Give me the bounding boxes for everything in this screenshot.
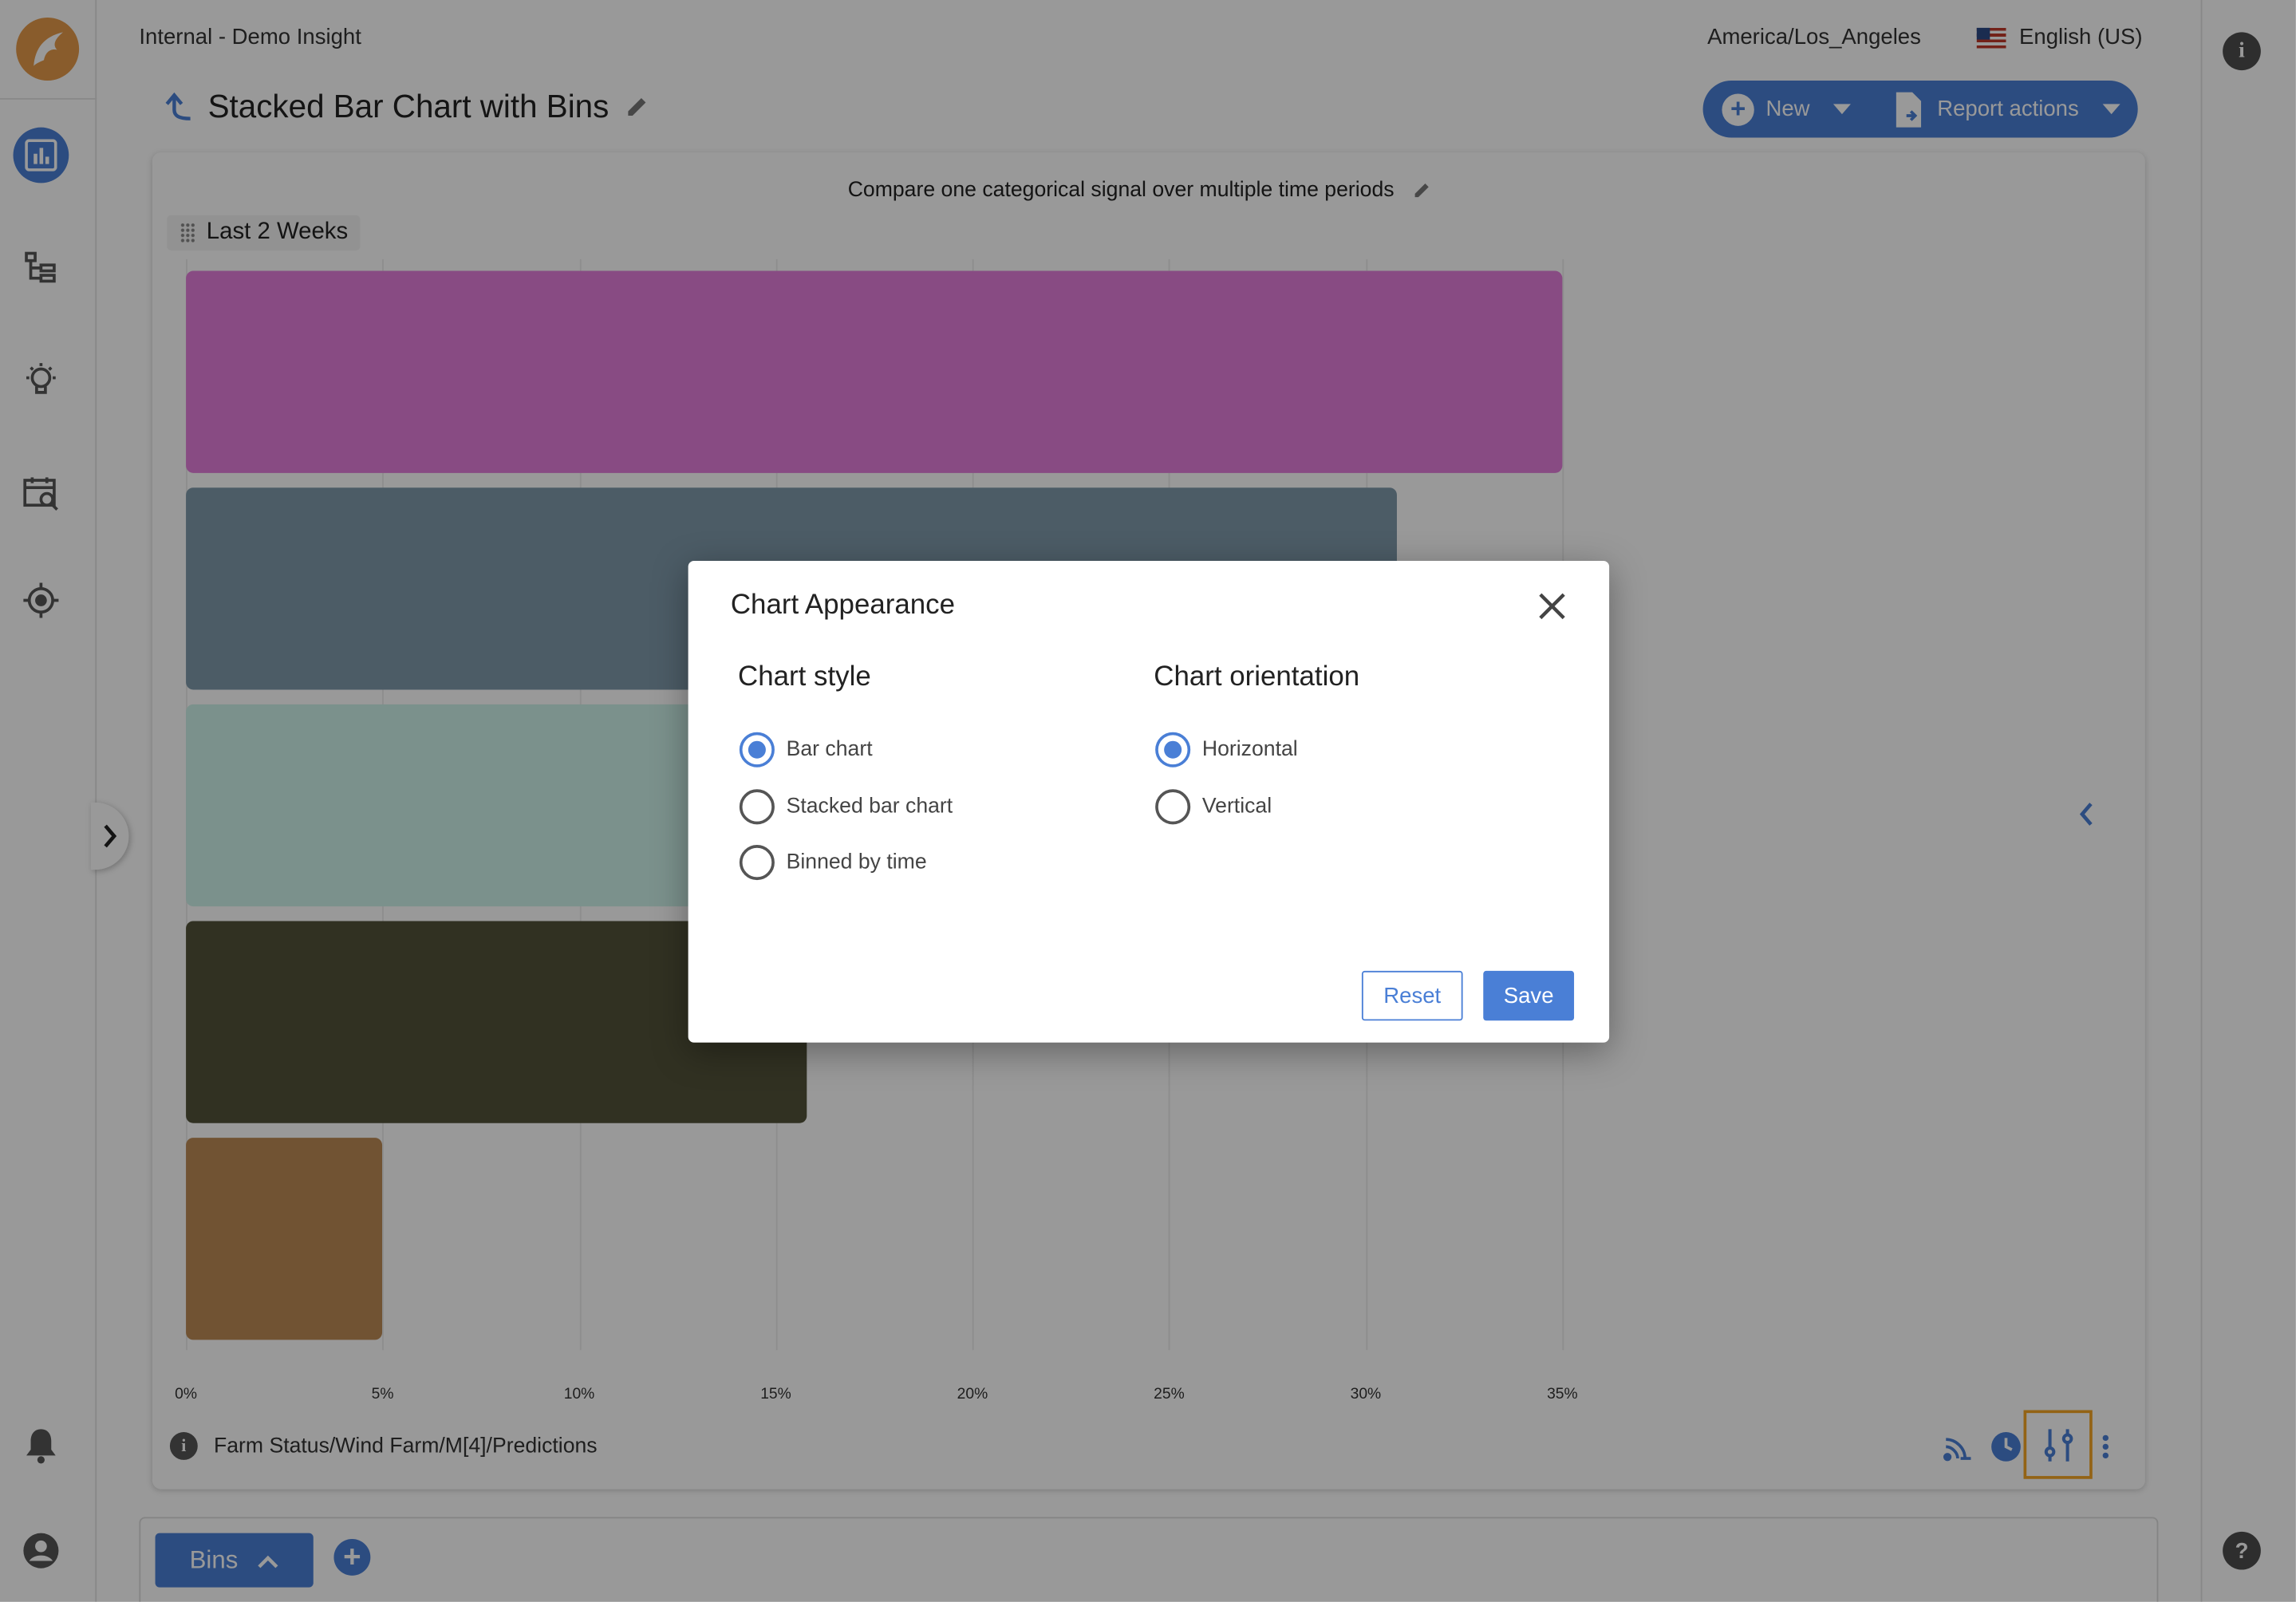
radio-button[interactable]	[739, 789, 775, 825]
chart-style-heading: Chart style	[738, 661, 871, 693]
chart-appearance-dialog: Chart Appearance Chart style Bar chart S…	[688, 560, 1610, 1043]
dialog-title: Chart Appearance	[730, 590, 955, 621]
radio-stacked-bar-chart[interactable]: Stacked bar chart	[739, 789, 953, 825]
radio-label: Stacked bar chart	[786, 795, 953, 819]
radio-button[interactable]	[739, 845, 775, 881]
chart-orientation-heading: Chart orientation	[1154, 661, 1360, 693]
radio-label: Bar chart	[786, 738, 873, 762]
radio-vertical[interactable]: Vertical	[1155, 789, 1272, 825]
radio-binned-by-time[interactable]: Binned by time	[739, 845, 927, 881]
reset-button[interactable]: Reset	[1361, 970, 1463, 1021]
save-button[interactable]: Save	[1483, 970, 1575, 1021]
radio-button[interactable]	[739, 732, 775, 767]
radio-button[interactable]	[1155, 732, 1191, 767]
radio-label: Horizontal	[1201, 738, 1298, 762]
radio-bar-chart[interactable]: Bar chart	[739, 732, 873, 767]
radio-label: Binned by time	[786, 850, 927, 874]
close-icon[interactable]	[1534, 589, 1569, 624]
radio-horizontal[interactable]: Horizontal	[1155, 732, 1298, 767]
radio-label: Vertical	[1201, 795, 1272, 819]
radio-button[interactable]	[1155, 789, 1191, 825]
